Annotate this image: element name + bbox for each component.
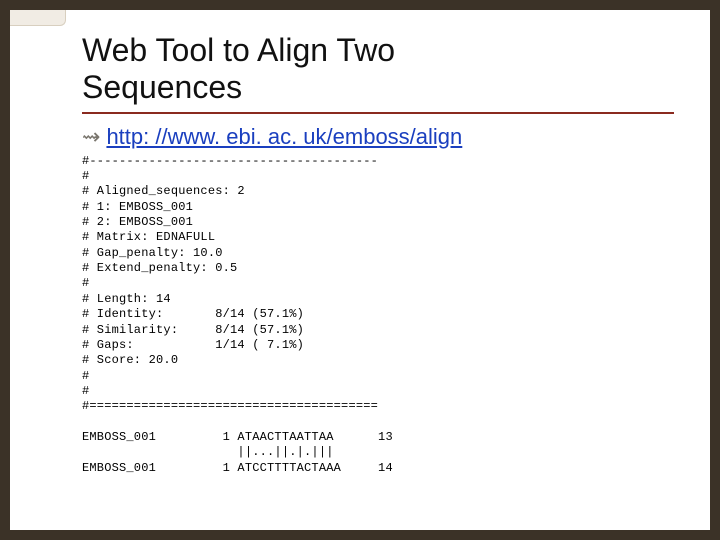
- slide-title: Web Tool to Align TwoSequences: [82, 32, 674, 106]
- bullet-row: ⇝ http: //www. ebi. ac. uk/emboss/align: [82, 124, 674, 150]
- hdr-blank4: #: [82, 384, 89, 398]
- alignment-subject: EMBOSS_001 1 ATCCTTTTACTAAA 14: [82, 461, 393, 475]
- hdr-similarity: # Similarity: 8/14 (57.1%): [82, 323, 304, 337]
- hdr-gap: # Gap_penalty: 10.0: [82, 246, 223, 260]
- hdr-blank3: #: [82, 369, 89, 383]
- link-text: http: //www. ebi. ac. uk/emboss/align: [106, 124, 462, 149]
- hdr-blank1: #: [82, 169, 89, 183]
- hdr-blank2: #: [82, 276, 89, 290]
- slide-title-text: Web Tool to Align TwoSequences: [82, 32, 395, 105]
- hdr-length: # Length: 14: [82, 292, 171, 306]
- hdr-extend: # Extend_penalty: 0.5: [82, 261, 237, 275]
- alignment-match: ||...||.|.|||: [82, 445, 334, 459]
- corner-tab: [10, 10, 66, 26]
- swirl-bullet-icon: ⇝: [82, 126, 100, 148]
- hdr-rule: #---------------------------------------: [82, 154, 378, 168]
- hdr-seq2: # 2: EMBOSS_001: [82, 215, 193, 229]
- hdr-aligned: # Aligned_sequences: 2: [82, 184, 245, 198]
- hdr-seq1: # 1: EMBOSS_001: [82, 200, 193, 214]
- alignment-query: EMBOSS_001 1 ATAACTTAATTAA 13: [82, 430, 393, 444]
- slide: Web Tool to Align TwoSequences ⇝ http: /…: [10, 10, 710, 530]
- title-underline: [82, 112, 674, 114]
- hdr-score: # Score: 20.0: [82, 353, 178, 367]
- hdr-identity: # Identity: 8/14 (57.1%): [82, 307, 304, 321]
- hdr-matrix: # Matrix: EDNAFULL: [82, 230, 215, 244]
- hdr-gaps: # Gaps: 1/14 ( 7.1%): [82, 338, 304, 352]
- ftr-rule: #=======================================: [82, 399, 378, 413]
- emboss-align-link[interactable]: http: //www. ebi. ac. uk/emboss/align: [106, 124, 462, 150]
- emboss-output: #---------------------------------------…: [82, 154, 674, 477]
